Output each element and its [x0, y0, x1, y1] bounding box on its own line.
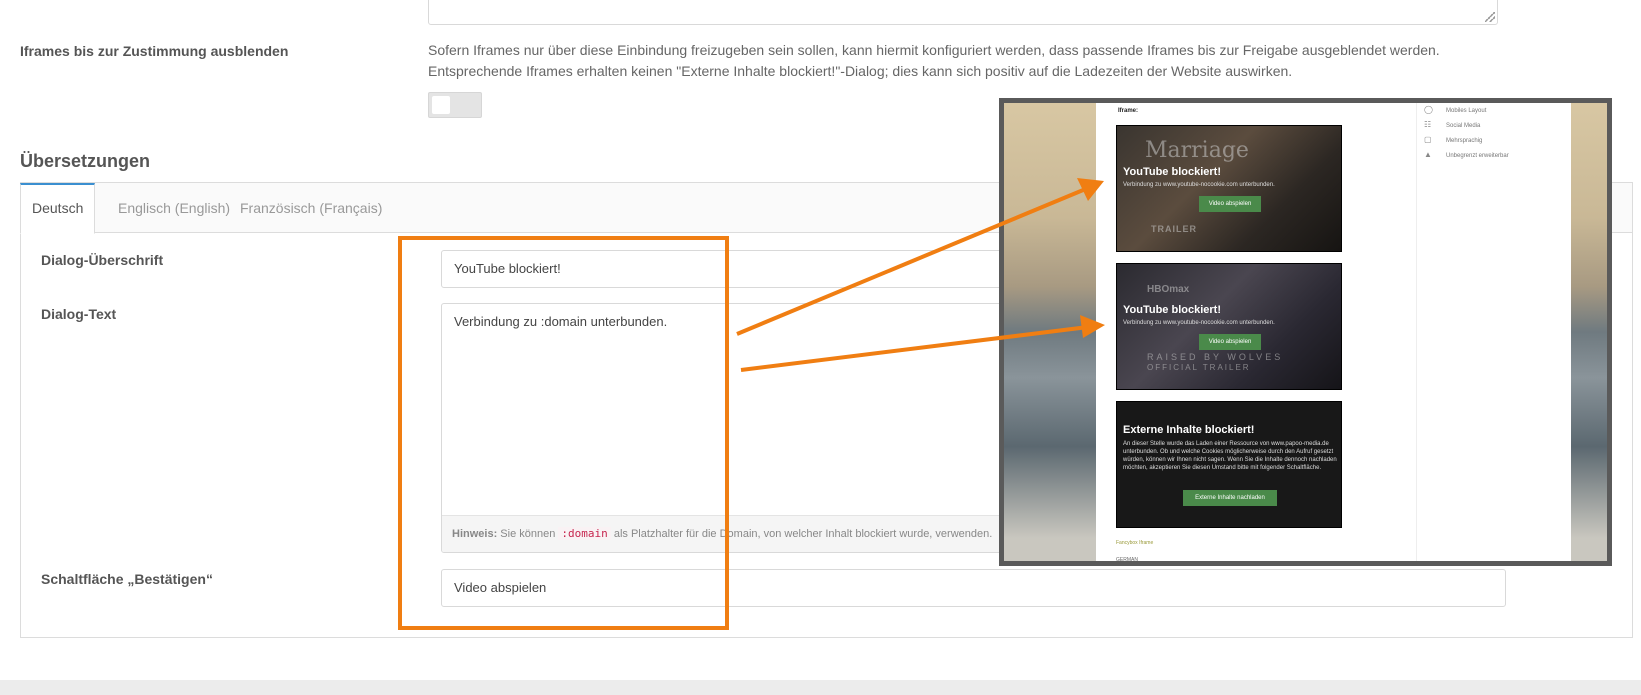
dialog-heading-label: Dialog-Überschrift [41, 252, 164, 268]
toggle-knob [432, 96, 450, 114]
preview-sidebar-item: ◯ Mobiles Layout [1424, 105, 1487, 114]
preview-heading: YouTube blockiert! [1123, 304, 1221, 316]
description-line-2: Entsprechende Iframes erhalten keinen "E… [428, 63, 1293, 79]
preview-external-block: Externe Inhalte blockiert! An dieser Ste… [1116, 401, 1342, 528]
preview-language-label: GERMAN [1116, 557, 1138, 563]
annotation-highlight-box [398, 236, 729, 630]
preview-divider [1416, 103, 1417, 561]
footer-bar [0, 680, 1641, 695]
preview-text: An dieser Stelle wurde das Laden einer R… [1123, 441, 1337, 471]
frontend-preview-screenshot: Iframe: Marriage TRAILER YouTube blockie… [999, 98, 1612, 566]
thumbnail-title: Marriage [1145, 138, 1249, 163]
translations-title: Übersetzungen [20, 151, 151, 171]
iframes-hide-description: Sofern Iframes nur über diese Einbindung… [428, 40, 1558, 82]
preview-sidebar-item: ▢ Mehrsprachig [1424, 135, 1483, 144]
preview-youtube-block-2: HBOmax RAISED BY WOLVES OFFICIAL TRAILER… [1116, 263, 1342, 390]
thumbnail-sub: OFFICIAL TRAILER [1147, 363, 1251, 372]
iframes-hide-toggle[interactable] [428, 92, 482, 118]
preview-sidebar-item: ☷ Social Media [1424, 120, 1481, 129]
sea-background-left [1004, 103, 1096, 561]
confirm-button-label: Schaltfläche „Bestätigen“ [41, 571, 213, 587]
preview-fancybox-link[interactable]: Fancybox Iframe [1116, 540, 1153, 546]
previous-textarea[interactable] [428, 0, 1498, 25]
social-icon: ☷ [1424, 120, 1432, 129]
thumbnail-title: RAISED BY WOLVES [1147, 352, 1284, 362]
globe-icon: ◯ [1424, 105, 1433, 114]
sea-background-right [1571, 103, 1607, 561]
preview-text: Verbindung zu www.youtube-nocookie.com u… [1123, 182, 1275, 188]
preview-text: Verbindung zu www.youtube-nocookie.com u… [1123, 320, 1275, 326]
preview-iframe-label: Iframe: [1118, 108, 1139, 114]
tab-deutsch[interactable]: Deutsch [20, 183, 96, 234]
tab-englisch[interactable]: Englisch (English) [107, 183, 241, 234]
preview-heading: Externe Inhalte blockiert! [1123, 424, 1255, 436]
preview-sidebar-item: ▲ Unbegrenzt erweiterbar [1424, 150, 1509, 159]
preview-youtube-block-1: Marriage TRAILER YouTube blockiert! Verb… [1116, 125, 1342, 252]
resize-grip-icon[interactable] [1485, 12, 1495, 22]
graduation-icon: ▲ [1424, 150, 1432, 159]
description-line-1: Sofern Iframes nur über diese Einbindung… [428, 42, 1440, 58]
car-icon: ▢ [1424, 135, 1432, 144]
preview-play-button[interactable]: Video abspielen [1199, 334, 1261, 350]
iframes-hide-label: Iframes bis zur Zustimmung ausblenden [20, 43, 289, 59]
tab-franzoesisch[interactable]: Französisch (Français) [229, 183, 393, 234]
thumbnail-logo: HBOmax [1147, 284, 1190, 295]
preview-heading: YouTube blockiert! [1123, 166, 1221, 178]
preview-play-button[interactable]: Video abspielen [1199, 196, 1261, 212]
dialog-text-label: Dialog-Text [41, 306, 117, 322]
thumbnail-sub: TRAILER [1151, 224, 1197, 234]
preview-load-button[interactable]: Externe Inhalte nachladen [1183, 490, 1277, 506]
